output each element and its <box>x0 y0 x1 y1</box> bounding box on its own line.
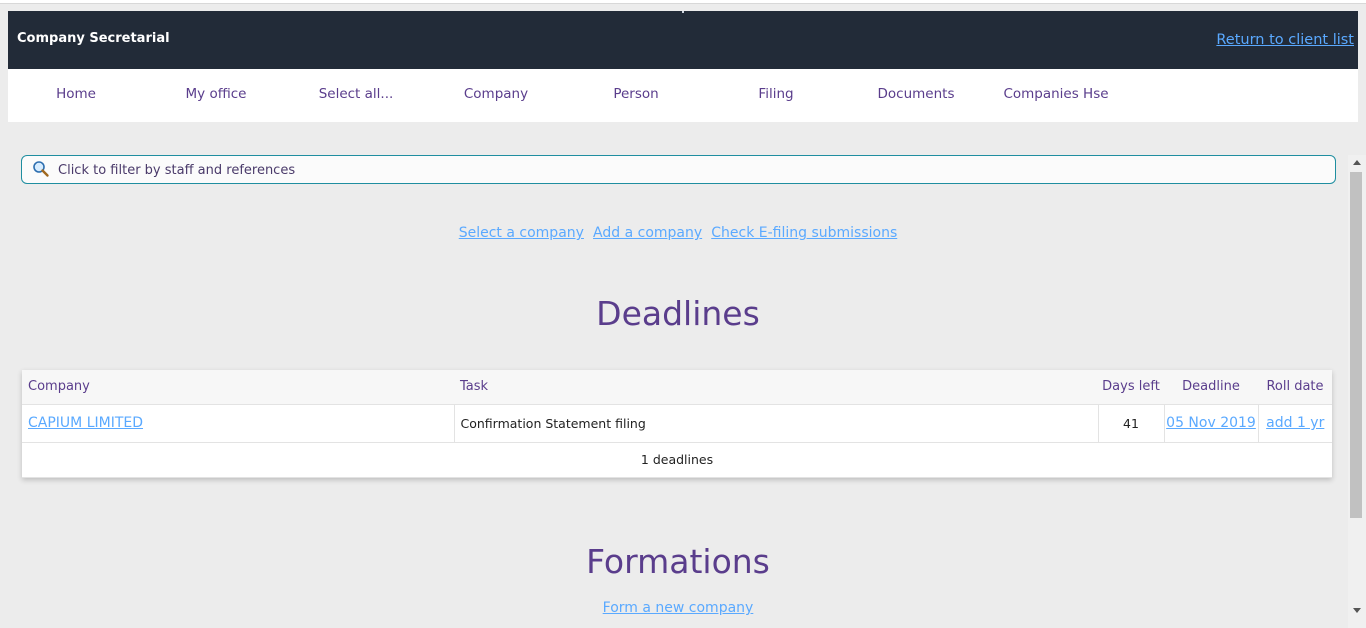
company-cell: CAPIUM LIMITED <box>22 404 455 443</box>
deadlines-heading: Deadlines <box>596 294 760 333</box>
formations-actions: Form a new company <box>0 597 1356 616</box>
deadline-date-link[interactable]: 05 Nov 2019 <box>1166 415 1256 431</box>
browser-top-edge <box>0 0 1366 4</box>
company-link[interactable]: CAPIUM LIMITED <box>28 415 143 431</box>
days-left-cell: 41 <box>1098 404 1165 443</box>
scrollbar-thumb[interactable] <box>1350 172 1362 518</box>
return-to-client-list-link[interactable]: Return to client list <box>1216 32 1354 48</box>
company-actions: Select a company Add a company Check E-f… <box>0 222 1356 241</box>
select-company-link[interactable]: Select a company <box>459 225 584 241</box>
nav-documents[interactable]: Documents <box>846 86 986 102</box>
deadlines-total-row: 1 deadlines <box>22 442 1332 478</box>
column-header-company: Company <box>22 370 454 405</box>
deadline-cell: 05 Nov 2019 <box>1164 404 1259 443</box>
nav-filing[interactable]: Filing <box>706 86 846 102</box>
scroll-up-arrow-icon[interactable] <box>1353 160 1361 165</box>
nav-select-all[interactable]: Select all... <box>286 86 426 102</box>
column-header-days-left: Days left <box>1098 370 1164 405</box>
nav-my-office[interactable]: My office <box>146 86 286 102</box>
formations-heading: Formations <box>586 542 770 581</box>
nav-companies-hse[interactable]: Companies Hse <box>986 86 1126 102</box>
column-header-deadline: Deadline <box>1164 370 1258 405</box>
column-header-task: Task <box>454 370 1098 405</box>
app-title: Company Secretarial <box>17 31 170 46</box>
deadlines-table: Company Task Days left Deadline Roll dat… <box>22 370 1332 478</box>
nav-person[interactable]: Person <box>566 86 706 102</box>
scroll-down-arrow-icon[interactable] <box>1353 608 1361 613</box>
staff-filter-input[interactable] <box>58 160 1318 180</box>
nav-company[interactable]: Company <box>426 86 566 102</box>
search-icon <box>33 161 49 177</box>
main-nav: Home My office Select all... Company Per… <box>8 69 1358 122</box>
page-scrollbar[interactable] <box>1348 155 1366 628</box>
roll-date-cell: add 1 yr <box>1258 404 1332 443</box>
column-header-roll-date: Roll date <box>1258 370 1332 405</box>
deadlines-table-card: Company Task Days left Deadline Roll dat… <box>22 370 1332 478</box>
staff-filter-box[interactable] <box>21 155 1336 184</box>
deadlines-count: 1 deadlines <box>22 442 1332 478</box>
app-header: Company Secretarial Return to client lis… <box>8 11 1358 69</box>
roll-date-link[interactable]: add 1 yr <box>1266 415 1324 431</box>
table-row: CAPIUM LIMITED Confirmation Statement fi… <box>22 404 1332 443</box>
check-efiling-link[interactable]: Check E-filing submissions <box>711 225 897 241</box>
header-dot <box>682 11 684 13</box>
nav-home[interactable]: Home <box>6 86 146 102</box>
form-new-company-link[interactable]: Form a new company <box>603 600 754 616</box>
deadlines-header-row: Company Task Days left Deadline Roll dat… <box>22 370 1332 405</box>
add-company-link[interactable]: Add a company <box>593 225 702 241</box>
task-cell: Confirmation Statement filing <box>454 404 1099 443</box>
